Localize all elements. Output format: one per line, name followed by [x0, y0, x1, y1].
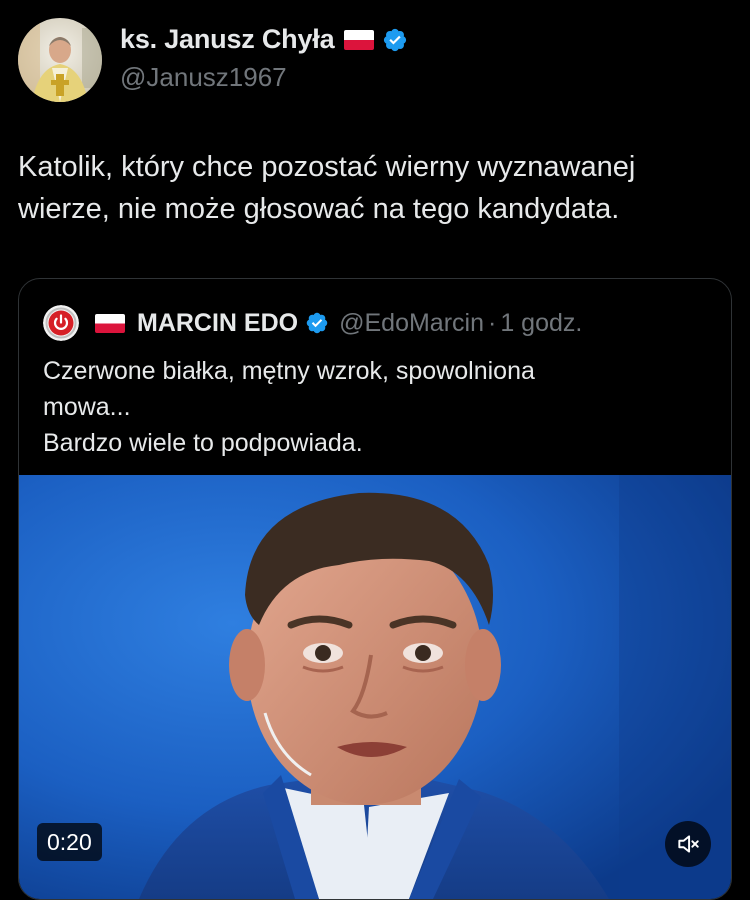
verified-badge-icon[interactable] — [305, 311, 329, 335]
separator-dot: · — [487, 308, 497, 337]
tweet-header: ks. Janusz Chyła @Janusz1967 — [18, 18, 408, 102]
author-block: ks. Janusz Chyła @Janusz1967 — [120, 22, 408, 93]
quoted-tweet-header: MARCIN EDO @EdoMarcin · 1 godz. — [43, 305, 582, 341]
quoted-text-line: mowa... — [43, 393, 131, 421]
verified-badge-icon[interactable] — [382, 27, 408, 53]
tweet-text-line: wierze, nie może głosować na tego kandyd… — [18, 193, 620, 225]
quoted-tweet-card[interactable]: MARCIN EDO @EdoMarcin · 1 godz. Czerwone… — [18, 278, 732, 900]
quoted-text-line: Czerwone białka, mętny wzrok, spowolnion… — [43, 357, 535, 385]
author-display-name[interactable]: ks. Janusz Chyła — [120, 24, 335, 55]
tweet-text: Katolik, który chce pozostać wierny wyzn… — [18, 146, 730, 230]
author-avatar[interactable] — [18, 18, 102, 102]
power-button-avatar-icon[interactable] — [43, 305, 79, 341]
mute-toggle-button[interactable] — [665, 821, 711, 867]
tweet-text-line: Katolik, który chce pozostać wierny wyzn… — [18, 151, 636, 183]
author-name-row: ks. Janusz Chyła — [120, 22, 408, 58]
quoted-author-handle[interactable]: @EdoMarcin — [339, 309, 484, 338]
poland-flag-icon — [344, 29, 375, 50]
video-player[interactable]: 0:20 — [19, 475, 731, 899]
quoted-author-display-name[interactable]: MARCIN EDO — [137, 309, 298, 338]
quoted-tweet-text: Czerwone białka, mętny wzrok, spowolnion… — [43, 353, 703, 461]
video-duration-badge: 0:20 — [37, 823, 102, 861]
video-frame — [19, 475, 731, 899]
quoted-timestamp[interactable]: 1 godz. — [500, 309, 582, 338]
author-handle[interactable]: @Janusz1967 — [120, 62, 408, 93]
poland-flag-icon — [95, 313, 125, 333]
quoted-text-line: Bardzo wiele to podpowiada. — [43, 429, 363, 457]
speaker-muted-icon — [675, 831, 701, 857]
